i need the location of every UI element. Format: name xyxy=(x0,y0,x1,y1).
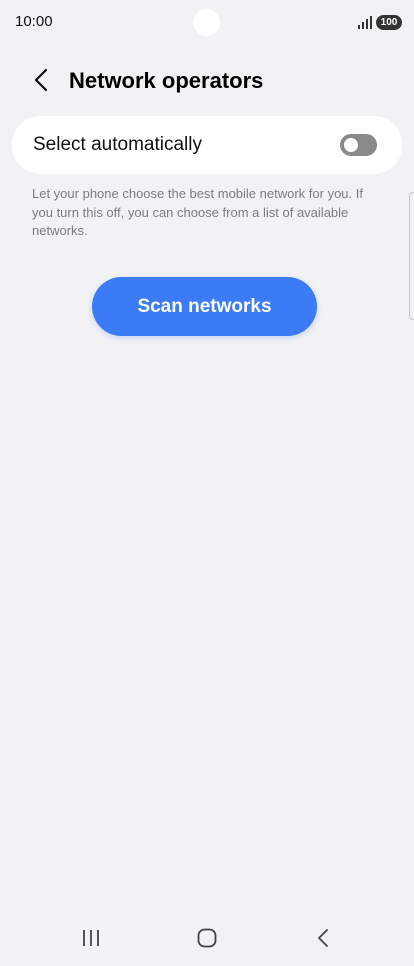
battery-icon: 100 xyxy=(376,15,402,30)
select-automatically-toggle[interactable] xyxy=(340,134,377,156)
scan-networks-button[interactable]: Scan networks xyxy=(92,277,317,336)
help-text: Let your phone choose the best mobile ne… xyxy=(32,186,363,238)
scroll-indicator[interactable] xyxy=(409,192,414,320)
select-automatically-row[interactable]: Select automatically xyxy=(12,116,402,174)
page-title: Network operators xyxy=(69,68,264,93)
status-time: 10:00 xyxy=(15,13,53,30)
select-automatically-label: Select automatically xyxy=(33,134,202,155)
chevron-left-icon xyxy=(34,68,48,92)
camera-cutout xyxy=(193,9,220,36)
back-button[interactable] xyxy=(26,65,56,95)
recents-icon xyxy=(83,930,99,946)
recents-button[interactable] xyxy=(71,924,111,952)
back-icon xyxy=(318,929,328,947)
home-button[interactable] xyxy=(187,924,227,952)
signal-bars-icon xyxy=(358,16,372,29)
header: Network operators xyxy=(0,56,414,106)
home-icon xyxy=(197,928,217,948)
system-back-button[interactable] xyxy=(303,924,343,952)
toggle-knob xyxy=(344,138,358,152)
status-bar: 10:00 100 xyxy=(0,0,414,44)
navigation-bar xyxy=(0,912,414,966)
